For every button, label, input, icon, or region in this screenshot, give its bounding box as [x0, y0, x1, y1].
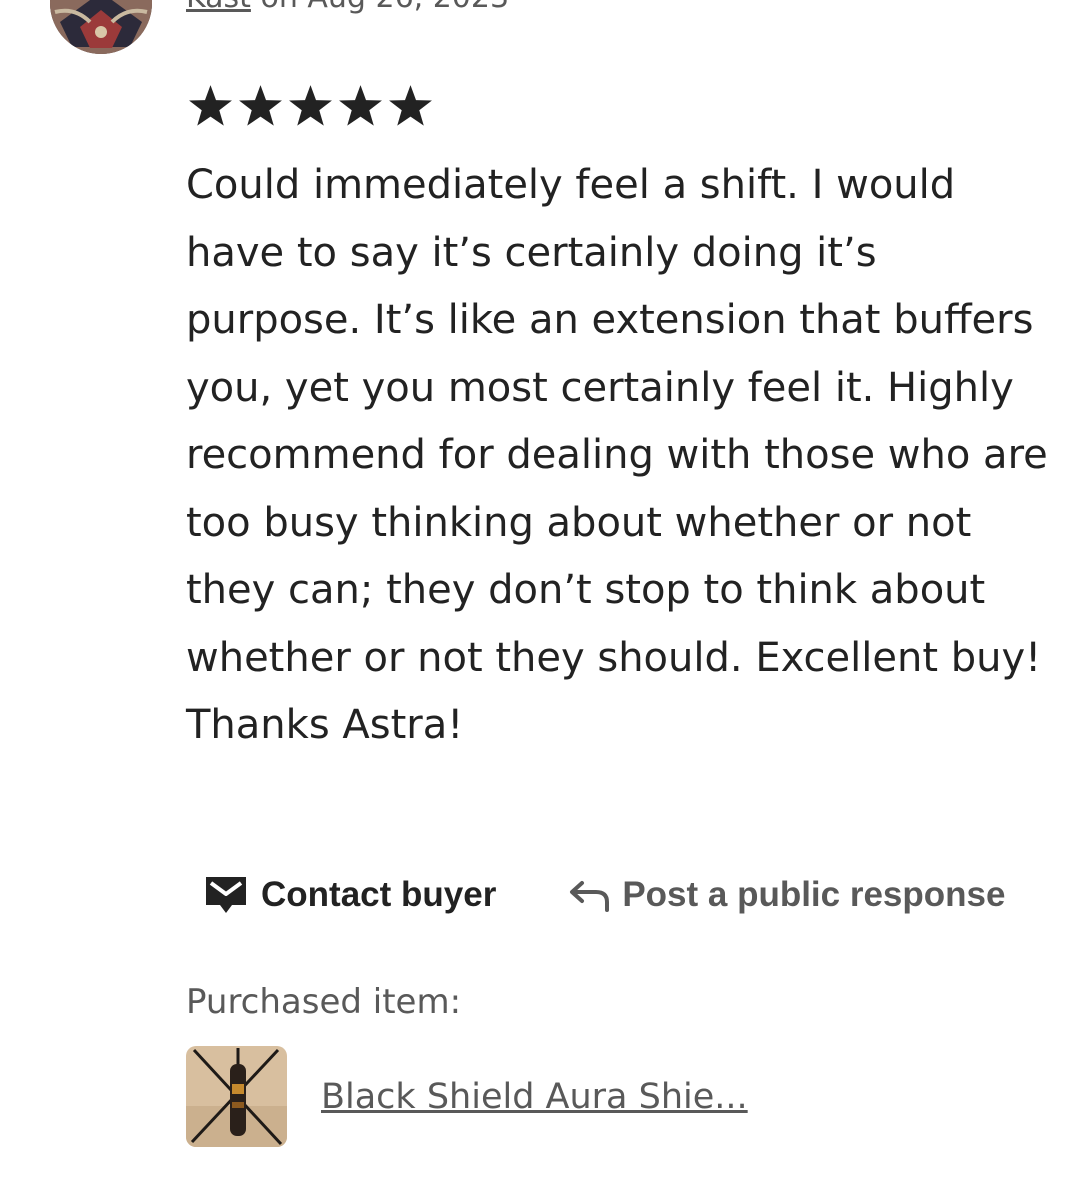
reviewer-name-link[interactable]: Kast	[186, 0, 251, 15]
review-meta: Kast on Aug 26, 2023	[186, 0, 509, 15]
review-date: on Aug 26, 2023	[251, 0, 509, 15]
item-thumbnail[interactable]	[186, 1046, 287, 1147]
review-actions: Contact buyer Post a public response	[205, 865, 1005, 925]
star-icon	[239, 85, 282, 126]
star-icon	[389, 85, 432, 126]
star-icon	[189, 85, 232, 126]
contact-buyer-label: Contact buyer	[261, 875, 497, 914]
purchased-item[interactable]: Black Shield Aura Shie...	[186, 1046, 748, 1147]
post-public-response-button[interactable]: Post a public response	[568, 875, 1005, 915]
reply-arrow-icon	[570, 881, 610, 912]
item-title-link[interactable]: Black Shield Aura Shie...	[321, 1077, 748, 1117]
avatar-image	[50, 0, 152, 54]
star-icon	[289, 85, 332, 126]
star-rating	[186, 80, 435, 132]
review-text: Could immediately feel a shift. I would …	[186, 162, 1048, 748]
envelope-icon	[206, 877, 246, 913]
contact-buyer-button[interactable]: Contact buyer	[205, 875, 496, 915]
reviewer-avatar[interactable]	[50, 0, 152, 54]
star-icon	[339, 85, 382, 126]
purchased-item-label: Purchased item:	[186, 982, 462, 1022]
post-public-response-label: Post a public response	[622, 875, 1006, 914]
